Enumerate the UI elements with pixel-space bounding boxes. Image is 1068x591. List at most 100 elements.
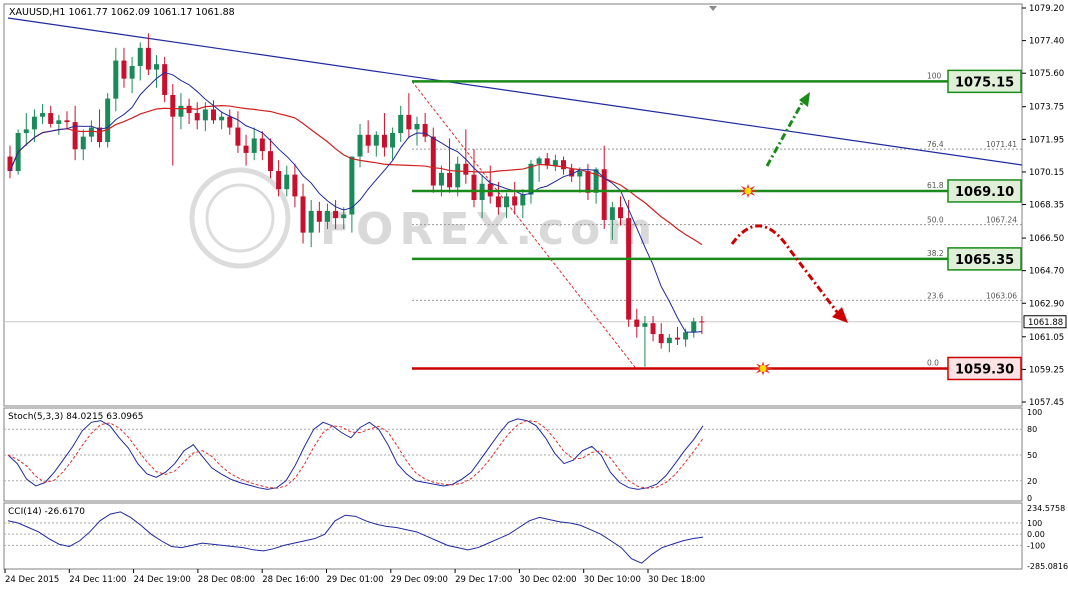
candle-body	[512, 196, 518, 206]
candle-body	[683, 332, 689, 340]
candle-body	[300, 196, 306, 233]
candle-body	[316, 210, 322, 222]
time-tick-label: 29 Dec 01:00	[327, 575, 384, 585]
candle-body	[341, 214, 347, 219]
candle-body	[113, 60, 119, 99]
candle-body	[324, 210, 330, 222]
candle-body	[227, 116, 233, 128]
candle-body	[121, 60, 127, 79]
candle-body	[398, 114, 404, 133]
candle-body	[650, 323, 656, 335]
level-price-label: 1059.30	[955, 362, 1014, 377]
candle-body	[284, 174, 290, 190]
candle-body	[276, 171, 282, 190]
cci-panel[interactable]	[3, 502, 1023, 570]
price-tick-label: 1066.50	[1029, 234, 1064, 244]
time-tick-label: 29 Dec 09:00	[391, 575, 448, 585]
time-tick-label: 24 Dec 2015	[5, 575, 59, 585]
fib-price-label: 1071.41	[986, 140, 1017, 149]
stoch-tick-label: 20	[1027, 477, 1037, 486]
candle-body	[88, 127, 94, 137]
level-fib-label: 38.2	[927, 249, 944, 258]
level-fib-label: 61.8	[927, 181, 944, 190]
candle-body	[536, 158, 542, 164]
price-tick-label: 1071.95	[1029, 135, 1064, 145]
candle-body	[642, 323, 648, 327]
candle-body	[463, 163, 469, 175]
stoch-label: Stoch(5,3,3) 84.0215 63.0965	[8, 412, 143, 422]
candle-body	[691, 321, 697, 333]
candle-body	[23, 129, 29, 133]
fib-ratio-label: 76.4	[927, 140, 944, 149]
level-fib-label: 0.0	[927, 358, 939, 367]
candle-body	[577, 171, 583, 177]
candle-body	[211, 109, 216, 121]
candle-body	[471, 174, 477, 201]
candle-body	[80, 136, 86, 150]
candle-body	[674, 337, 680, 340]
candle-body	[666, 337, 672, 344]
candle-body	[585, 171, 591, 193]
candle-body	[219, 116, 225, 121]
price-tick-label: 1075.60	[1029, 69, 1064, 79]
candle-body	[259, 138, 265, 152]
candle-body	[154, 64, 160, 70]
candle-body	[162, 64, 168, 95]
candle-body	[7, 156, 13, 172]
candle-body	[520, 194, 526, 206]
candle-body	[626, 218, 632, 320]
candle-body	[333, 210, 339, 219]
candle-body	[495, 196, 501, 208]
candle-body	[186, 105, 192, 114]
candle-body	[137, 47, 143, 66]
price-tick-label: 1079.20	[1029, 4, 1064, 14]
time-tick-label: 30 Dec 10:00	[584, 575, 641, 585]
cci-label: CCI(14) -26.6170	[8, 507, 85, 517]
current-price-label: 1061.88	[1028, 318, 1063, 328]
candle-body	[64, 120, 70, 123]
candle-body	[292, 174, 298, 197]
price-tick-label: 1057.45	[1029, 398, 1064, 408]
price-tick-label: 1064.70	[1029, 267, 1064, 277]
candle-body	[235, 127, 241, 146]
time-tick-label: 30 Dec 18:00	[648, 575, 705, 585]
candle-body	[178, 105, 184, 117]
level-price-label: 1065.35	[955, 253, 1014, 268]
candle-body	[56, 120, 62, 124]
price-tick-label: 1061.05	[1029, 333, 1064, 343]
candle-body	[31, 116, 37, 130]
candle-body	[381, 134, 387, 148]
stoch-tick-label: 50	[1027, 451, 1037, 460]
candle-body	[243, 145, 249, 153]
price-tick-label: 1070.15	[1029, 168, 1064, 178]
cci-tick-label: 0.00	[1027, 530, 1045, 539]
candle-body	[170, 94, 176, 117]
candle-body	[618, 207, 623, 219]
candle-body	[357, 134, 363, 157]
candle-body	[658, 334, 664, 344]
candle-body	[609, 207, 615, 220]
candle-body	[438, 172, 444, 186]
price-tick-label: 1073.75	[1029, 103, 1064, 113]
chart-title: XAUUSD,H1 1061.77 1062.09 1061.17 1061.8…	[9, 7, 235, 18]
cci-tick-label: 100	[1027, 519, 1042, 528]
candle-body	[129, 65, 135, 79]
candle-body	[48, 113, 54, 124]
price-tick-label: 1077.40	[1029, 37, 1064, 47]
candle-body	[430, 136, 436, 186]
cci-tick-label: -100	[1027, 541, 1045, 550]
candle-body	[105, 98, 111, 143]
time-tick-label: 24 Dec 19:00	[134, 575, 191, 585]
candle-body	[194, 113, 200, 121]
fib-price-label: 1067.24	[986, 216, 1017, 225]
time-tick-label: 24 Dec 11:00	[69, 575, 126, 585]
price-tick-label: 1068.35	[1029, 201, 1064, 211]
stoch-tick-label: 80	[1027, 425, 1037, 434]
price-tick-label: 1059.25	[1029, 365, 1064, 375]
watermark-text: FOREX.com	[320, 204, 658, 255]
candle-body	[373, 134, 379, 146]
candle-body	[634, 319, 640, 327]
cci-tick-label: 234.5758	[1027, 504, 1065, 513]
candle-body	[390, 132, 396, 148]
candle-body	[699, 321, 705, 323]
